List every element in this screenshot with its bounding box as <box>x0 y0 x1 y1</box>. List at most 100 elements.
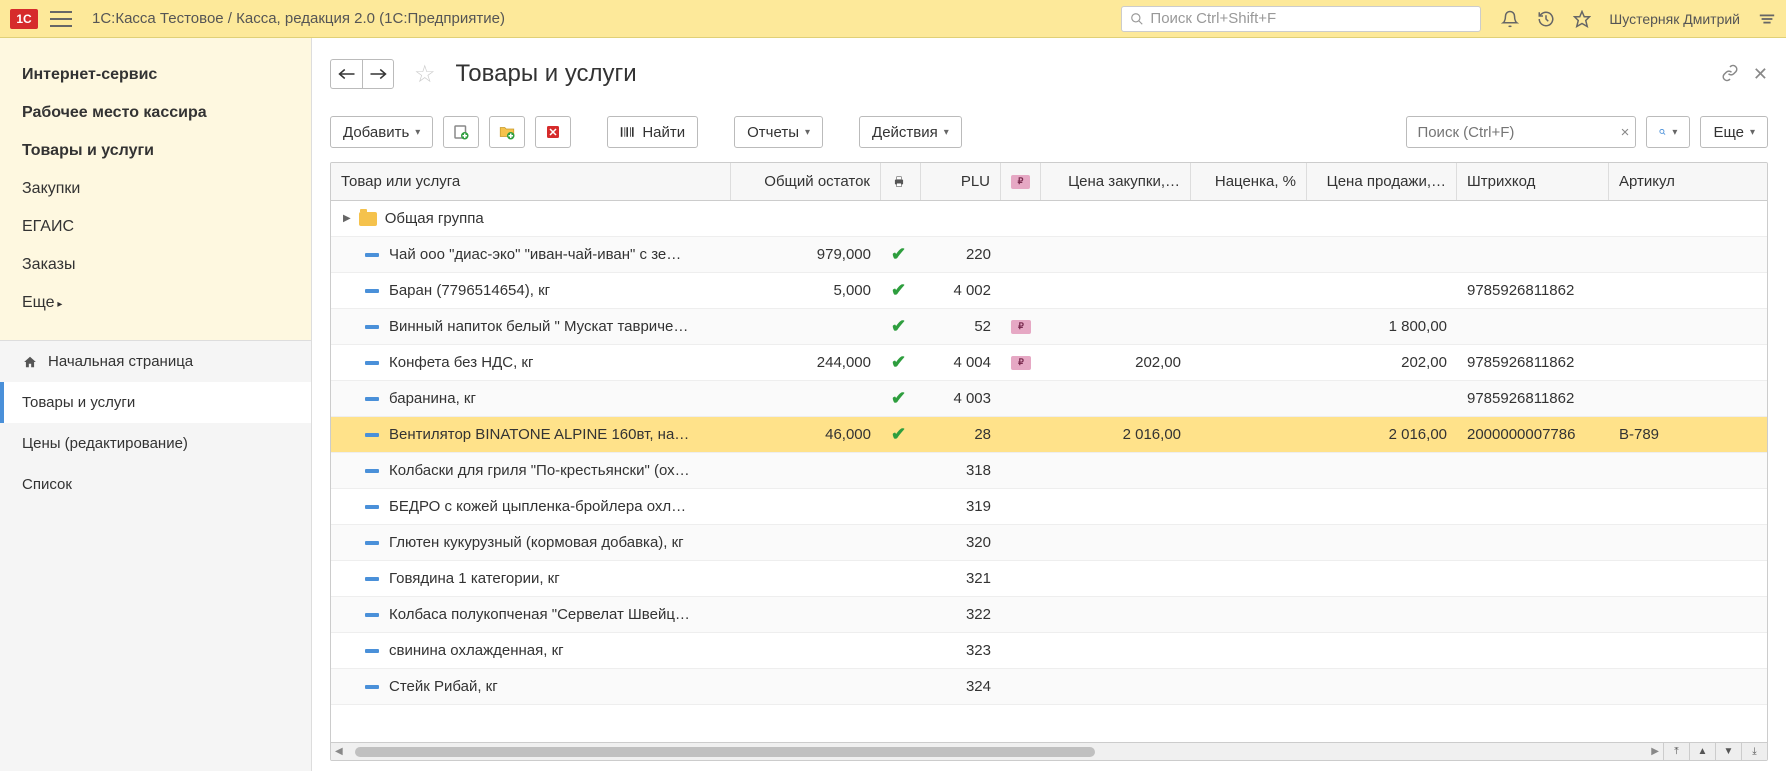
table-row[interactable]: Глютен кукурузный (кормовая добавка), кг… <box>331 525 1767 561</box>
search-placeholder: Поиск Ctrl+Shift+F <box>1150 10 1276 27</box>
table-row[interactable]: свинина охлажденная, кг323 <box>331 633 1767 669</box>
table-row[interactable]: Баран (7796514654), кг5,000✔4 0029785926… <box>331 273 1767 309</box>
scroll-top-icon[interactable]: ⤒ <box>1663 743 1689 761</box>
col-plu[interactable]: PLU <box>921 163 1001 200</box>
add-button[interactable]: Добавить▾ <box>330 116 433 148</box>
tab-item[interactable]: Цены (редактирование) <box>0 423 311 464</box>
col-stock[interactable]: Общий остаток <box>731 163 881 200</box>
tab-item[interactable]: Товары и услуги <box>0 382 311 423</box>
check-icon: ✔ <box>891 244 906 265</box>
content-area: ☆ Товары и услуги ✕ Добавить▾ <box>312 38 1786 771</box>
col-sell[interactable]: Цена продажи,… <box>1307 163 1457 200</box>
group-row[interactable]: ▶Общая группа <box>331 201 1767 237</box>
check-icon: ✔ <box>891 280 906 301</box>
item-name: Чай ооо "диас-эко" "иван-чай-иван" с зе… <box>389 246 681 263</box>
nav-item[interactable]: Закупки <box>0 170 311 208</box>
item-icon <box>365 577 379 581</box>
scroll-bottom-icon[interactable]: ⤓ <box>1741 743 1767 761</box>
item-icon <box>365 469 379 473</box>
col-buy[interactable]: Цена закупки,… <box>1041 163 1191 200</box>
nav-item[interactable]: Товары и услуги <box>0 132 311 170</box>
item-name: баранина, кг <box>389 390 476 407</box>
table-row[interactable]: Колбаски для гриля "По-крестьянски" (ох…… <box>331 453 1767 489</box>
table-row[interactable]: Вентилятор BINATONE ALPINE 160вт, на…46,… <box>331 417 1767 453</box>
check-icon: ✔ <box>891 424 906 445</box>
nav-item[interactable]: Еще <box>0 284 311 322</box>
table-row[interactable]: БЕДРО с кожей цыпленка-бройлера охл…319 <box>331 489 1767 525</box>
item-name: Конфета без НДС, кг <box>389 354 533 371</box>
find-button[interactable]: Найти <box>607 116 698 148</box>
folder-icon <box>359 212 377 226</box>
window-title: 1С:Касса Тестовое / Касса, редакция 2.0 … <box>92 10 505 27</box>
star-icon[interactable] <box>1573 10 1591 28</box>
scroll-down-icon[interactable]: ▼ <box>1715 743 1741 761</box>
barcode-icon <box>620 125 636 139</box>
more-button[interactable]: Еще▾ <box>1700 116 1768 148</box>
tab-item[interactable]: Список <box>0 464 311 505</box>
settings-menu-icon[interactable] <box>1758 12 1776 26</box>
item-icon <box>365 505 379 509</box>
clear-search-icon[interactable]: × <box>1621 124 1630 141</box>
item-name: Стейк Рибай, кг <box>389 678 498 695</box>
actions-button[interactable]: Действия▾ <box>859 116 962 148</box>
reports-button[interactable]: Отчеты▾ <box>734 116 823 148</box>
money-icon: ₽ <box>1011 320 1031 334</box>
forward-button[interactable] <box>362 59 394 89</box>
table-search[interactable]: × <box>1406 116 1636 148</box>
table-header: Товар или услуга Общий остаток PLU ₽ Цен… <box>331 163 1767 201</box>
nav-item[interactable]: Заказы <box>0 246 311 284</box>
item-icon <box>365 289 379 293</box>
link-icon[interactable] <box>1721 64 1739 85</box>
delete-button[interactable] <box>535 116 571 148</box>
table-row[interactable]: Говядина 1 категории, кг321 <box>331 561 1767 597</box>
scroll-up-icon[interactable]: ▲ <box>1689 743 1715 761</box>
table-search-input[interactable] <box>1407 117 1635 147</box>
expand-icon[interactable]: ▶ <box>343 213 351 224</box>
col-markup[interactable]: Наценка, % <box>1191 163 1307 200</box>
item-icon <box>365 433 379 437</box>
top-bar: 1C 1С:Касса Тестовое / Касса, редакция 2… <box>0 0 1786 38</box>
new-item-button[interactable] <box>443 116 479 148</box>
check-icon: ✔ <box>891 316 906 337</box>
item-icon <box>365 613 379 617</box>
global-search[interactable]: Поиск Ctrl+Shift+F <box>1121 6 1481 32</box>
col-check[interactable] <box>881 163 921 200</box>
table-row[interactable]: Стейк Рибай, кг324 <box>331 669 1767 705</box>
search-icon <box>1659 125 1666 139</box>
back-button[interactable] <box>330 59 362 89</box>
nav-item[interactable]: Интернет-сервис <box>0 56 311 94</box>
nav-item[interactable]: ЕГАИС <box>0 208 311 246</box>
search-button[interactable]: ▾ <box>1646 116 1690 148</box>
col-barcode[interactable]: Штрихкод <box>1457 163 1609 200</box>
page-title: Товары и услуги <box>456 60 637 88</box>
item-name: Глютен кукурузный (кормовая добавка), кг <box>389 534 684 551</box>
item-name: свинина охлажденная, кг <box>389 642 564 659</box>
table-row[interactable]: Чай ооо "диас-эко" "иван-чай-иван" с зе…… <box>331 237 1767 273</box>
table-row[interactable]: Колбаса полукопченая "Сервелат Швейц…322 <box>331 597 1767 633</box>
table-row[interactable]: баранина, кг✔4 0039785926811862 <box>331 381 1767 417</box>
item-icon <box>365 253 379 257</box>
money-icon: ₽ <box>1011 175 1030 189</box>
new-folder-button[interactable] <box>489 116 525 148</box>
item-name: Колбаски для гриля "По-крестьянски" (ох… <box>389 462 690 479</box>
table-row[interactable]: Конфета без НДС, кг244,000✔4 004₽202,002… <box>331 345 1767 381</box>
item-name: Говядина 1 категории, кг <box>389 570 560 587</box>
item-icon <box>365 685 379 689</box>
horizontal-scrollbar[interactable]: ◀ ▶ ⤒ ▲ ▼ ⤓ <box>331 742 1767 760</box>
bell-icon[interactable] <box>1501 10 1519 28</box>
col-badge[interactable]: ₽ <box>1001 163 1041 200</box>
col-article[interactable]: Артикул <box>1609 163 1749 200</box>
item-name: Винный напиток белый " Мускат тавриче… <box>389 318 688 335</box>
tab-item[interactable]: Начальная страница <box>0 341 311 382</box>
col-name[interactable]: Товар или услуга <box>331 163 731 200</box>
table-row[interactable]: Винный напиток белый " Мускат тавриче…✔5… <box>331 309 1767 345</box>
menu-icon[interactable] <box>50 11 72 27</box>
history-icon[interactable] <box>1537 10 1555 28</box>
close-icon[interactable]: ✕ <box>1753 64 1768 85</box>
nav-item[interactable]: Рабочее место кассира <box>0 94 311 132</box>
favorite-star-icon[interactable]: ☆ <box>414 60 436 89</box>
check-icon: ✔ <box>891 388 906 409</box>
item-name: БЕДРО с кожей цыпленка-бройлера охл… <box>389 498 686 515</box>
item-name: Колбаса полукопченая "Сервелат Швейц… <box>389 606 690 623</box>
user-name[interactable]: Шустерняк Дмитрий <box>1609 11 1740 27</box>
